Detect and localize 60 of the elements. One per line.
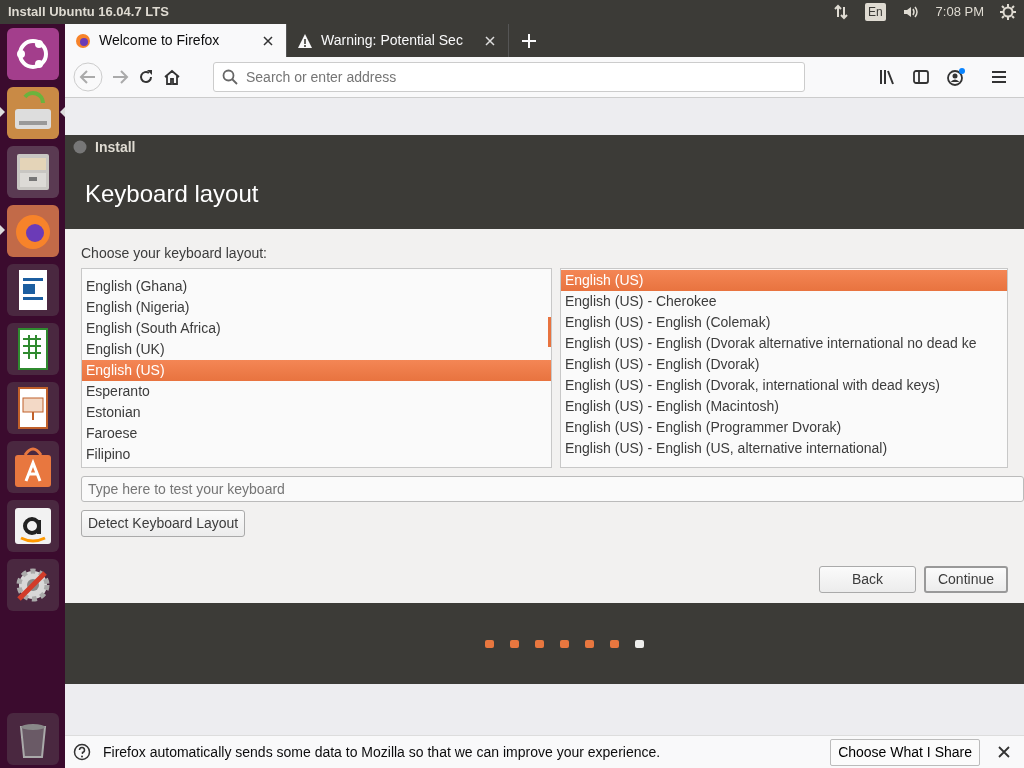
shopping-bag-icon[interactable] <box>6 440 59 493</box>
keyboard-indicator[interactable]: En <box>864 3 886 21</box>
document-icon[interactable] <box>6 263 59 316</box>
list-item[interactable]: English (US) - Cherokee <box>560 291 1007 312</box>
presentation-icon[interactable] <box>6 381 59 434</box>
window-title: Install <box>95 137 136 157</box>
address-field[interactable]: Search or enter address <box>213 62 805 92</box>
close-icon[interactable] <box>263 35 273 46</box>
close-icon[interactable] <box>998 746 1010 758</box>
list-item[interactable]: English (US) - English (Macintosh) <box>560 396 1007 417</box>
trash-icon[interactable] <box>6 712 59 765</box>
menu-icon[interactable] <box>990 68 1008 86</box>
help-icon <box>73 743 91 761</box>
share-button[interactable]: Choose What I Share <box>830 738 980 766</box>
list-item[interactable]: English (US) - English (US, alternative international) <box>560 438 1007 459</box>
list-item[interactable]: English (UK) <box>82 339 551 360</box>
test-input-field[interactable]: Type here to test your keyboard <box>81 476 1024 502</box>
list-item[interactable]: English (US) - English (Dvorak) <box>560 354 1007 375</box>
list-item[interactable]: English (Nigeria) <box>82 297 551 318</box>
list-item[interactable]: English (US) - English (Dvorak, international with dead keys) <box>560 375 1007 396</box>
drive-icon[interactable] <box>6 86 59 139</box>
detect-button[interactable]: Detect Keyboard Layout <box>81 510 246 537</box>
list-item[interactable]: English (US) - English (Programmer Dvorak) <box>560 417 1007 438</box>
list-item[interactable]: English (Ghana) <box>82 276 551 297</box>
list-item[interactable]: Estonian <box>82 402 551 423</box>
search-icon <box>222 69 238 85</box>
tab-title: Welcome to Firefox <box>99 31 221 50</box>
file-cabinet-icon[interactable] <box>6 145 59 198</box>
browser-tab[interactable]: Welcome to Firefox <box>65 24 287 57</box>
gear-icon[interactable] <box>1000 4 1016 20</box>
continue-button[interactable]: Continue <box>924 566 1008 593</box>
list-item[interactable]: English (US) - English (Dvorak alternative international no dead ke <box>560 333 1007 354</box>
back-button[interactable]: Back <box>819 566 916 593</box>
warning-icon <box>297 32 313 49</box>
volume-icon[interactable] <box>901 4 920 20</box>
spreadsheet-icon[interactable] <box>6 322 59 375</box>
reload-icon[interactable] <box>137 68 155 86</box>
list-item[interactable]: English (South Africa) <box>82 318 551 339</box>
sidebar-icon[interactable] <box>912 68 930 86</box>
window-close-icon[interactable] <box>73 140 87 154</box>
ubuntu-logo-icon[interactable] <box>6 27 59 80</box>
firefox-icon[interactable] <box>6 204 59 257</box>
clock[interactable]: 7:08 PM <box>935 2 984 22</box>
list-item[interactable]: Filipino <box>82 444 551 465</box>
firefox-icon <box>75 32 91 49</box>
new-tab-icon[interactable] <box>521 32 537 49</box>
page-heading: Keyboard layout <box>85 179 259 209</box>
network-arrows-icon[interactable] <box>832 4 849 20</box>
list-item[interactable]: English (US) - English (Colemak) <box>560 312 1007 333</box>
home-icon[interactable] <box>163 68 181 86</box>
list-item[interactable]: Esperanto <box>82 381 551 402</box>
library-icon[interactable] <box>878 68 896 86</box>
tab-title: Warning: Potential Sec <box>321 31 464 50</box>
prompt-label: Choose your keyboard layout: <box>81 244 268 263</box>
amazon-a-icon[interactable] <box>6 499 59 552</box>
gear-wrench-icon[interactable] <box>6 558 59 611</box>
notification-text: Firefox automatically sends some data to Mozilla so that we can improve your experience. <box>103 742 661 762</box>
account-icon[interactable] <box>946 67 966 87</box>
list-item[interactable]: Faroese <box>82 423 551 444</box>
window-title: Install Ubuntu 16.04.7 LTS <box>8 3 169 22</box>
